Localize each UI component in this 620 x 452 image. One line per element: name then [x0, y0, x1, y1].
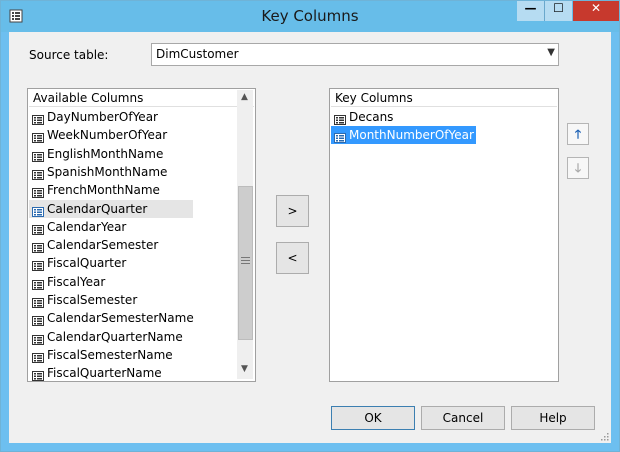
- list-item-label: Decans: [349, 110, 394, 124]
- list-item-label: CalendarQuarter: [47, 201, 148, 216]
- arrow-down-icon: 🡓: [574, 161, 582, 175]
- resize-grip-icon[interactable]: [599, 431, 609, 441]
- list-item-label: SpanishMonthName: [47, 164, 168, 179]
- dialog-window: Key Columns — ☐ ✕ Source table: DimCusto…: [0, 0, 620, 452]
- source-table-select[interactable]: DimCustomer ▼: [151, 43, 559, 66]
- list-item-label: CalendarQuarterName: [47, 329, 183, 344]
- list-item-label: FiscalSemester: [47, 293, 138, 307]
- list-item[interactable]: CalendarSemesterName: [29, 309, 194, 327]
- list-item[interactable]: Decans: [331, 108, 393, 126]
- table-column-icon: [334, 130, 346, 144]
- list-item[interactable]: FrenchMonthName: [29, 181, 160, 199]
- ok-button[interactable]: OK: [331, 406, 415, 430]
- table-column-icon: [32, 204, 44, 217]
- list-item-label: WeekNumberOfYear: [47, 128, 168, 143]
- list-item[interactable]: FiscalQuarter: [29, 254, 126, 272]
- table-column-icon: [32, 295, 44, 308]
- table-column-icon: [32, 167, 44, 180]
- list-item-label: EnglishMonthName: [47, 146, 164, 161]
- list-item-label: MonthNumberOfYear: [349, 128, 474, 143]
- list-item[interactable]: EnglishMonthName: [29, 145, 163, 163]
- scroll-down-icon[interactable]: ▼: [237, 362, 252, 377]
- table-column-icon: [32, 185, 44, 199]
- source-table-label: Source table:: [29, 48, 109, 62]
- list-item[interactable]: FiscalSemester: [29, 291, 137, 309]
- list-item[interactable]: CalendarQuarterName: [29, 328, 183, 346]
- help-button[interactable]: Help: [511, 406, 595, 430]
- arrow-up-icon: 🡑: [574, 127, 582, 141]
- move-down-button[interactable]: 🡓: [567, 157, 589, 179]
- list-item[interactable]: FiscalSemesterName: [29, 346, 173, 364]
- list-item-label: FrenchMonthName: [47, 183, 160, 198]
- chevron-down-icon: ▼: [547, 47, 555, 58]
- remove-column-button[interactable]: <: [276, 242, 309, 274]
- table-column-icon: [32, 240, 44, 254]
- list-item[interactable]: FiscalYear: [29, 273, 105, 291]
- list-item-label: FiscalQuarter: [47, 256, 127, 271]
- key-columns-list[interactable]: Key Columns Decans MonthNumberOfYear: [329, 88, 559, 382]
- table-column-icon: [334, 112, 346, 125]
- available-scrollbar[interactable]: ▲ ▼: [237, 90, 253, 379]
- add-column-button[interactable]: >: [276, 195, 309, 227]
- table-column-icon: [32, 258, 44, 272]
- table-column-icon: [32, 112, 44, 125]
- list-item[interactable]: CalendarYear: [29, 218, 126, 236]
- maximize-button[interactable]: ☐: [545, 1, 572, 21]
- move-up-button[interactable]: 🡑: [567, 123, 589, 145]
- list-item[interactable]: DayNumberOfYear: [29, 108, 158, 126]
- table-column-icon: [32, 332, 44, 345]
- list-item-label: CalendarSemesterName: [47, 311, 194, 326]
- scroll-up-icon[interactable]: ▲: [237, 90, 252, 105]
- table-column-icon: [32, 368, 44, 381]
- available-columns-list[interactable]: Available Columns DayNumberOfYear WeekNum…: [27, 88, 256, 382]
- list-item-label: FiscalYear: [47, 274, 106, 289]
- list-item[interactable]: MonthNumberOfYear: [331, 126, 476, 145]
- list-item[interactable]: SpanishMonthName: [29, 163, 167, 181]
- source-table-value: DimCustomer: [156, 47, 239, 61]
- list-item-label: CalendarYear: [47, 219, 127, 234]
- table-column-icon: [32, 277, 44, 290]
- list-item[interactable]: CalendarQuarter: [29, 199, 193, 218]
- list-item-label: FiscalQuarterName: [47, 366, 162, 381]
- table-column-icon: [32, 130, 44, 144]
- close-button[interactable]: ✕: [573, 1, 619, 21]
- dialog-body: Source table: DimCustomer ▼ Available Co…: [9, 32, 611, 443]
- title-bar[interactable]: Key Columns — ☐ ✕: [1, 1, 619, 32]
- list-item[interactable]: WeekNumberOfYear: [29, 126, 167, 144]
- list-item-label: CalendarSemester: [47, 238, 159, 253]
- list-item-label: DayNumberOfYear: [47, 110, 158, 124]
- list-item[interactable]: FiscalQuarterName: [29, 364, 162, 381]
- key-columns-header: Key Columns: [331, 90, 557, 107]
- table-column-icon: [32, 350, 44, 363]
- list-item[interactable]: CalendarSemester: [29, 236, 158, 254]
- minimize-button[interactable]: —: [517, 1, 545, 21]
- available-columns-header: Available Columns: [29, 90, 254, 107]
- table-column-icon: [32, 313, 44, 327]
- scroll-thumb[interactable]: [238, 186, 253, 340]
- list-item-label: FiscalSemesterName: [47, 347, 173, 362]
- cancel-button[interactable]: Cancel: [421, 406, 505, 430]
- table-column-icon: [32, 149, 44, 162]
- table-column-icon: [32, 222, 44, 235]
